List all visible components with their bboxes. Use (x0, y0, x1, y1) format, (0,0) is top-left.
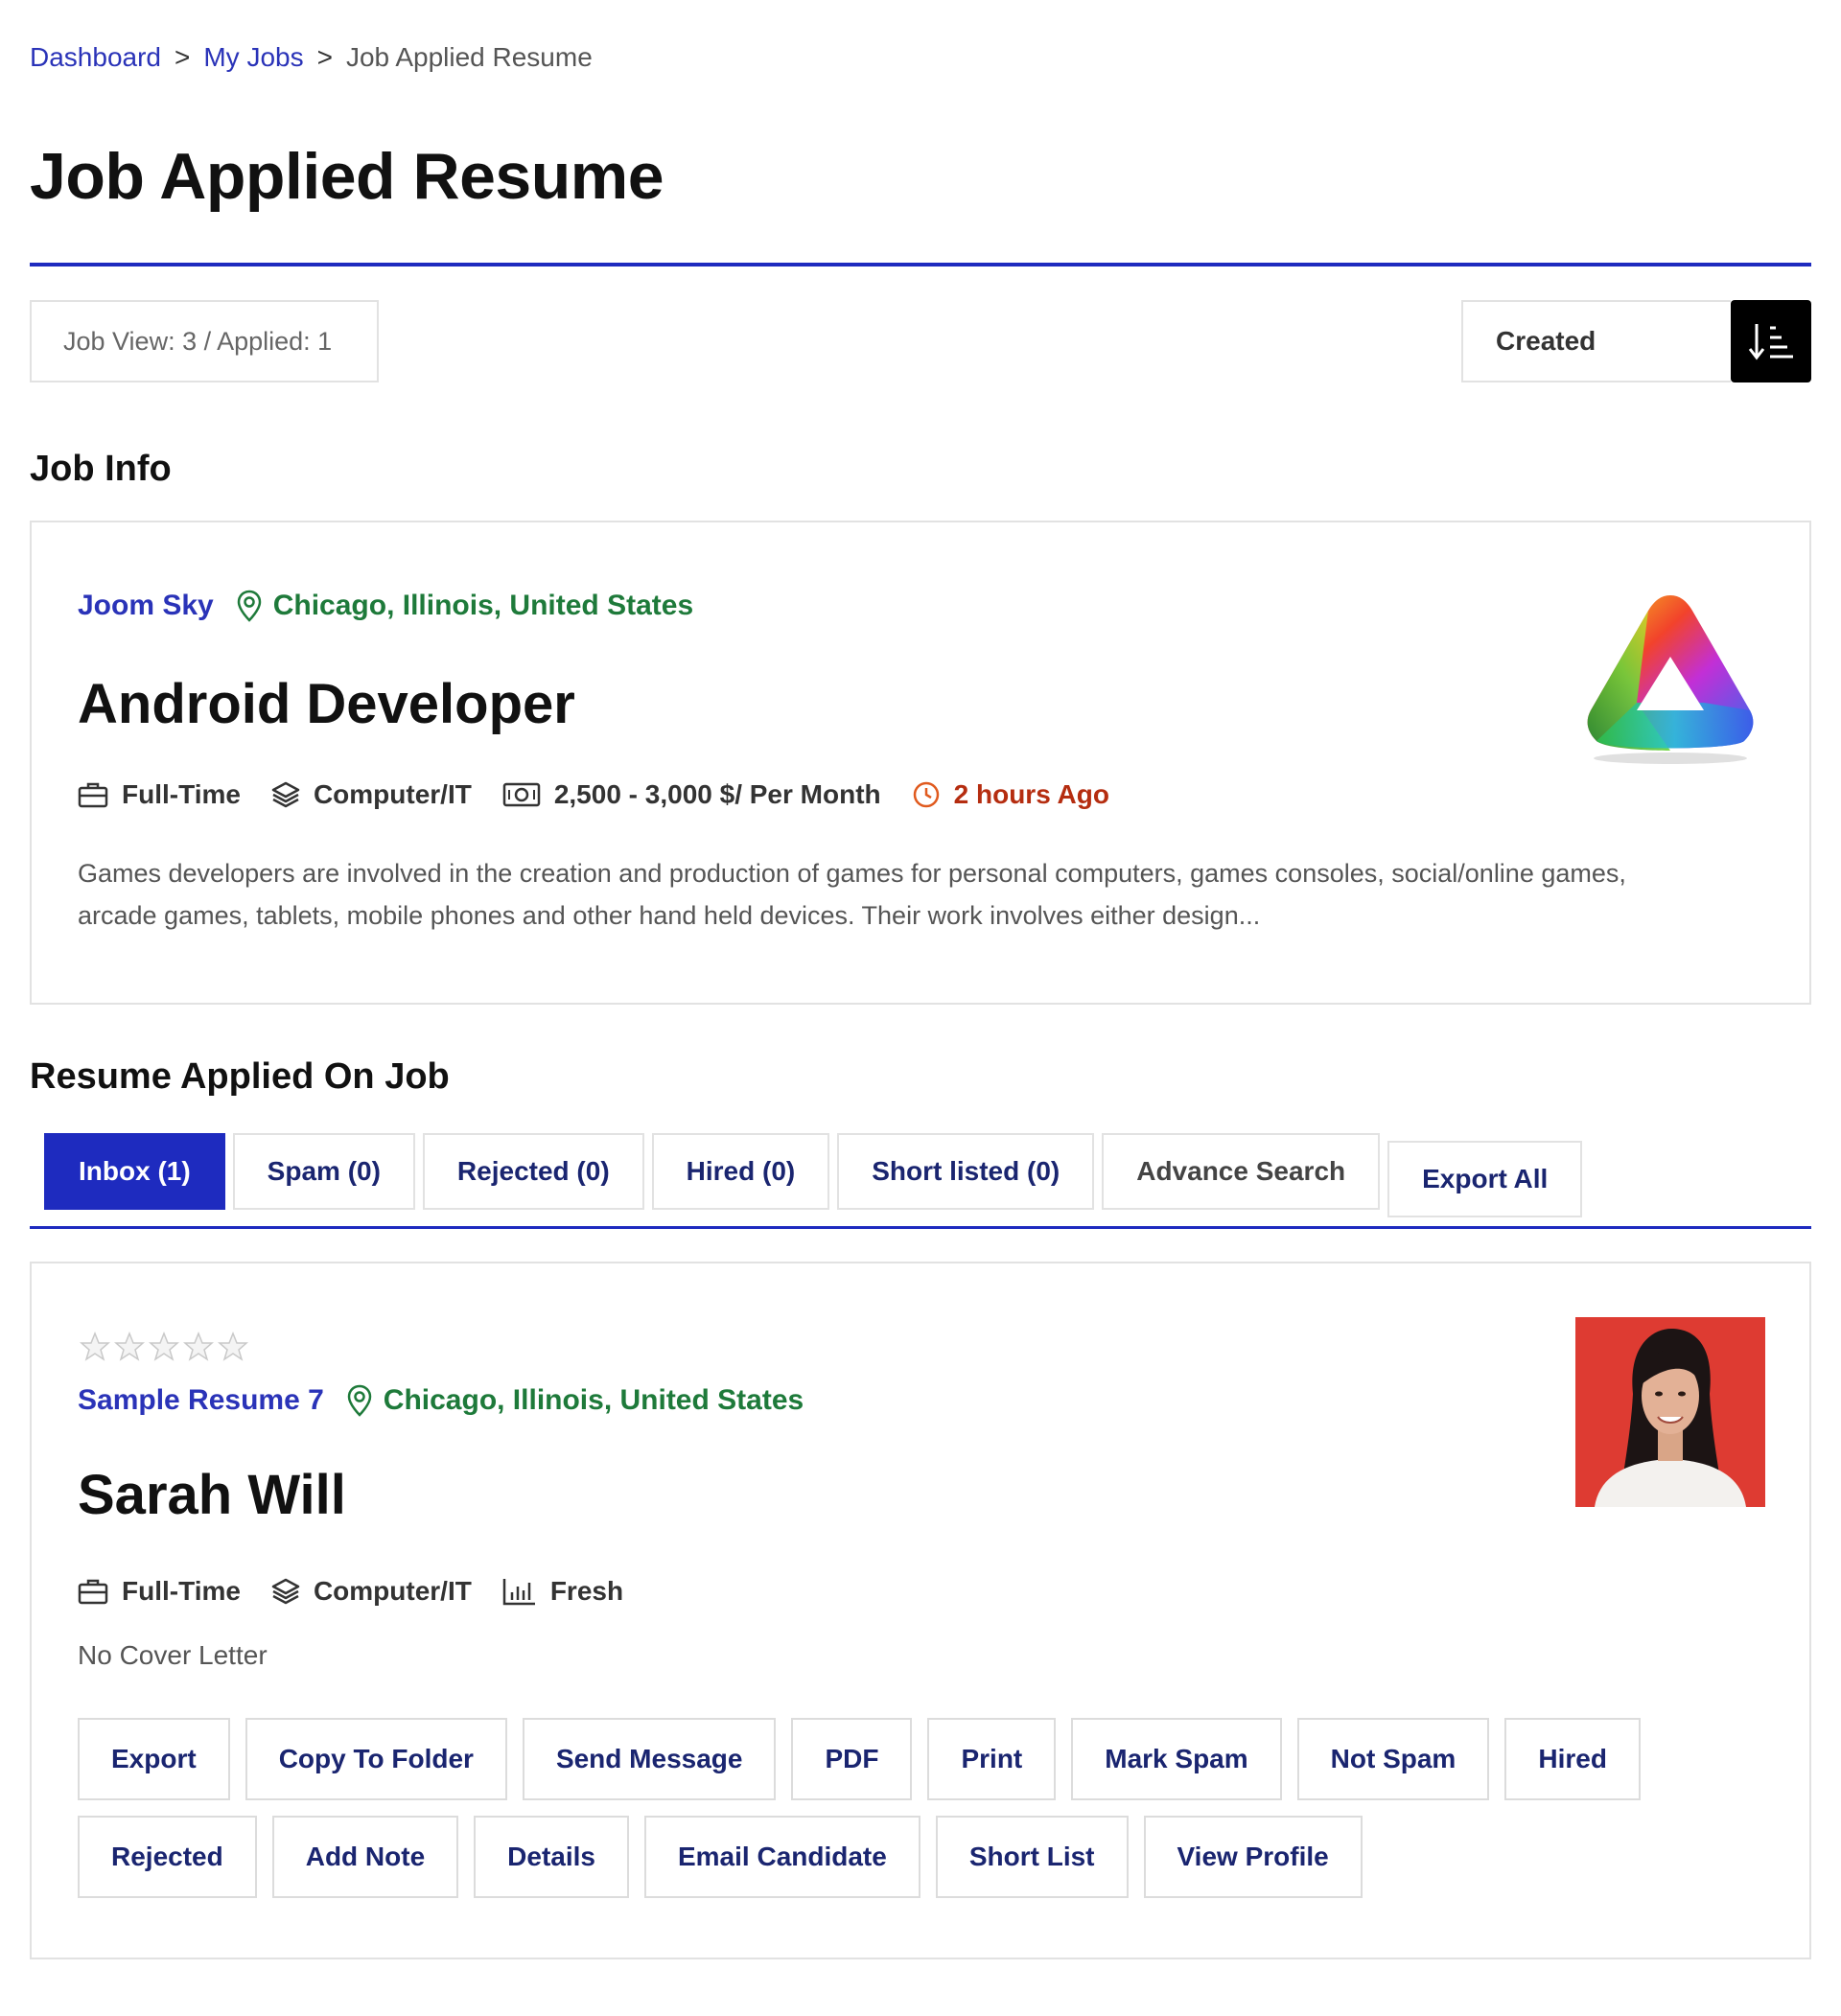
resume-experience-text: Fresh (549, 1576, 624, 1606)
pdf-button[interactable]: PDF (791, 1718, 913, 1800)
location-pin-icon (237, 590, 261, 622)
money-icon (502, 782, 541, 807)
resume-category-text: Computer/IT (313, 1576, 472, 1606)
star-icon[interactable] (149, 1332, 179, 1362)
sort-select[interactable]: Created (1461, 300, 1731, 382)
short-list-button[interactable]: Short List (935, 1816, 1129, 1898)
breadcrumb-separator: > (174, 42, 191, 72)
resume-tabs: Inbox (1) Spam (0) Rejected (0) Hired (0… (44, 1133, 1590, 1217)
actions-row-2: Rejected Add Note Details Email Candidat… (78, 1816, 1784, 1898)
cover-letter-status: No Cover Letter (78, 1640, 268, 1670)
rating-stars[interactable] (80, 1332, 252, 1362)
sort-descending-icon (1748, 324, 1793, 360)
clock-icon (913, 781, 939, 808)
not-spam-button[interactable]: Not Spam (1296, 1718, 1490, 1800)
sort-control: Created (1461, 300, 1811, 382)
job-description: Games developers are involved in the cre… (78, 859, 1626, 930)
resume-meta-row: Sample Resume 7 Chicago, Illinois, Unite… (78, 1384, 804, 1417)
resume-title-link[interactable]: Sample Resume 7 (78, 1384, 324, 1417)
advance-search-button[interactable]: Advance Search (1102, 1133, 1381, 1210)
candidate-name-link[interactable]: Sarah Will (78, 1463, 346, 1527)
tab-hired[interactable]: Hired (0) (651, 1133, 830, 1210)
job-tags: Full-Time Computer/IT 2,500 - 3,000 $/ P… (78, 779, 1140, 810)
export-all-button[interactable]: Export All (1387, 1141, 1583, 1217)
job-info-heading: Job Info (30, 449, 172, 489)
job-category-text: Computer/IT (313, 779, 472, 809)
send-message-button[interactable]: Send Message (522, 1718, 777, 1800)
candidate-photo (1575, 1317, 1765, 1507)
breadcrumb: Dashboard > My Jobs > Job Applied Resume (30, 42, 593, 73)
resume-experience-tag: Fresh (502, 1576, 623, 1607)
resume-category-tag: Computer/IT (271, 1576, 472, 1607)
resume-actions: Export Copy To Folder Send Message PDF P… (78, 1718, 1784, 1913)
resumes-heading: Resume Applied On Job (30, 1056, 450, 1097)
job-info-card: Joom Sky Chicago, Illinois, United State… (30, 521, 1811, 1005)
company-link[interactable]: Joom Sky (78, 590, 214, 622)
rejected-button[interactable]: Rejected (78, 1816, 257, 1898)
details-button[interactable]: Details (474, 1816, 629, 1898)
email-candidate-button[interactable]: Email Candidate (643, 1816, 920, 1898)
star-icon[interactable] (218, 1332, 248, 1362)
star-icon[interactable] (183, 1332, 214, 1362)
job-salary-tag: 2,500 - 3,000 $/ Per Month (502, 779, 881, 810)
job-type-tag: Full-Time (78, 779, 241, 810)
hired-button[interactable]: Hired (1504, 1718, 1641, 1800)
layers-icon (271, 1578, 300, 1605)
job-category-tag: Computer/IT (271, 779, 472, 810)
resume-job-type-text: Full-Time (122, 1576, 241, 1606)
mark-spam-button[interactable]: Mark Spam (1071, 1718, 1282, 1800)
location-pin-icon (347, 1384, 372, 1417)
job-location-text: Chicago, Illinois, United States (272, 590, 694, 621)
resume-location-text: Chicago, Illinois, United States (383, 1384, 804, 1416)
star-icon[interactable] (80, 1332, 110, 1362)
resume-card: Sample Resume 7 Chicago, Illinois, Unite… (30, 1262, 1811, 1959)
job-location: Chicago, Illinois, United States (237, 590, 693, 622)
layers-icon (271, 781, 300, 808)
job-title-link[interactable]: Android Developer (78, 672, 575, 736)
page-title: Job Applied Resume (30, 140, 664, 213)
resume-job-type-tag: Full-Time (78, 1576, 241, 1607)
resume-location: Chicago, Illinois, United States (347, 1384, 804, 1417)
tab-rejected[interactable]: Rejected (0) (422, 1133, 644, 1210)
title-divider (30, 263, 1811, 266)
breadcrumb-separator: > (316, 42, 333, 72)
add-note-button[interactable]: Add Note (271, 1816, 459, 1898)
candidate-photo-image (1575, 1317, 1765, 1507)
tab-short-listed[interactable]: Short listed (0) (837, 1133, 1095, 1210)
tabs-divider (30, 1226, 1811, 1229)
job-salary-text: 2,500 - 3,000 $/ Per Month (553, 779, 881, 809)
tab-spam[interactable]: Spam (0) (232, 1133, 415, 1210)
breadcrumb-current: Job Applied Resume (345, 42, 593, 72)
tab-inbox[interactable]: Inbox (1) (44, 1133, 225, 1210)
job-meta-row: Joom Sky Chicago, Illinois, United State… (78, 590, 693, 622)
resume-tags: Full-Time Computer/IT Fresh (78, 1576, 654, 1607)
briefcase-icon (78, 1579, 108, 1605)
copy-to-folder-button[interactable]: Copy To Folder (245, 1718, 507, 1800)
breadcrumb-link-dashboard[interactable]: Dashboard (30, 42, 161, 73)
job-posted-tag: 2 hours Ago (912, 779, 1109, 810)
briefcase-icon (78, 782, 108, 808)
bar-chart-icon (502, 1579, 535, 1606)
job-posted-text: 2 hours Ago (953, 779, 1109, 809)
actions-row-1: Export Copy To Folder Send Message PDF P… (78, 1718, 1784, 1800)
sort-direction-button[interactable] (1731, 300, 1811, 382)
company-logo (1579, 588, 1761, 770)
job-stats: Job View: 3 / Applied: 1 (30, 300, 379, 382)
view-profile-button[interactable]: View Profile (1143, 1816, 1363, 1898)
company-logo-icon (1587, 595, 1754, 764)
export-button[interactable]: Export (78, 1718, 230, 1800)
job-type-text: Full-Time (122, 779, 241, 809)
star-icon[interactable] (114, 1332, 145, 1362)
print-button[interactable]: Print (927, 1718, 1057, 1800)
breadcrumb-link-my-jobs[interactable]: My Jobs (203, 42, 303, 73)
